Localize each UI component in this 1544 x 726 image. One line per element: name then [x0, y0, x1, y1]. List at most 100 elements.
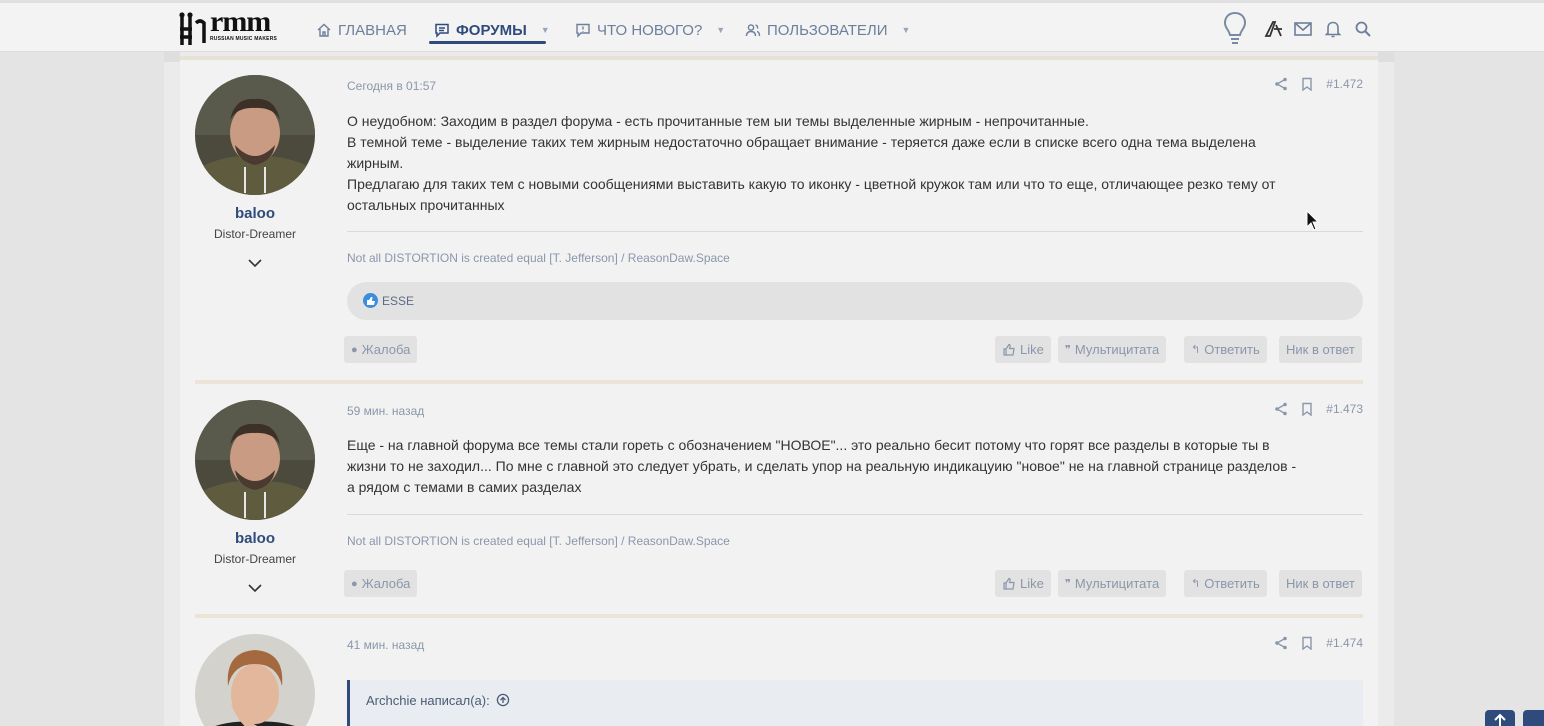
- idea-icon[interactable]: [1222, 11, 1248, 47]
- post-1472: baloo Distor-Dreamer Сегодня в 01:57 #1.…: [195, 75, 1363, 380]
- post-body: Еще - на главной форума все темы стали г…: [347, 435, 1363, 498]
- nav-users-label: ПОЛЬЗОВАТЕЛИ: [767, 21, 888, 39]
- share-icon[interactable]: [1274, 77, 1288, 91]
- reply-button[interactable]: ↰ Ответить: [1184, 570, 1267, 597]
- signature[interactable]: Not all DISTORTION is created equal [T. …: [347, 534, 730, 548]
- quote-block: Archchie написал(а):: [347, 680, 1363, 726]
- quote-header[interactable]: Archchie написал(а):: [366, 693, 510, 708]
- quote-author: Archchie написал(а):: [366, 693, 490, 708]
- reply-button[interactable]: ↰ Ответить: [1184, 336, 1267, 363]
- signature-separator: [347, 514, 1363, 515]
- post-1473: baloo Distor-Dreamer 59 мин. назад #1.47…: [195, 400, 1363, 614]
- report-icon: ●: [351, 343, 358, 356]
- post-divider: [195, 380, 1363, 384]
- nick-reply-label: Ник в ответ: [1286, 576, 1355, 591]
- post-date[interactable]: 41 мин. назад: [347, 638, 424, 652]
- avatar-photo: [195, 75, 315, 195]
- multiquote-button[interactable]: ❞ Мультицитата: [1058, 336, 1167, 363]
- avatar-photo: [195, 400, 315, 520]
- like-label: Like: [1020, 342, 1044, 357]
- like-icon: [1003, 343, 1015, 356]
- multiquote-button[interactable]: ❞ Мультицитата: [1058, 570, 1167, 597]
- like-icon: [1003, 577, 1015, 590]
- bookmark-icon[interactable]: [1300, 77, 1314, 91]
- post-line: жирным.: [347, 155, 404, 171]
- chevron-down-icon[interactable]: [247, 582, 263, 594]
- active-tab-indicator: [429, 41, 546, 44]
- reply-icon: ↰: [1191, 578, 1201, 590]
- avatar-photo: [195, 634, 315, 726]
- scroll-bottom-button[interactable]: [1523, 710, 1544, 726]
- reply-icon: ↰: [1191, 344, 1201, 356]
- avatar[interactable]: [195, 75, 315, 195]
- post-header-actions: #1.473: [1274, 402, 1363, 416]
- nav-whats-new[interactable]: ЧТО НОВОГО? ▼: [575, 17, 725, 43]
- post-date[interactable]: 59 мин. назад: [347, 404, 424, 418]
- quote-icon: ❞: [1065, 344, 1071, 356]
- nav-forums[interactable]: ФОРУМЫ ▼: [434, 17, 550, 43]
- post-body: О неудобном: Заходим в раздел форума - е…: [347, 111, 1363, 216]
- post-header-actions: #1.474: [1274, 636, 1363, 650]
- signature[interactable]: Not all DISTORTION is created equal [T. …: [347, 251, 730, 265]
- post-line: Еще - на главной форума все темы стали г…: [347, 437, 1270, 453]
- post-divider: [195, 614, 1363, 618]
- post-line: жизни то не заходил... По мне с главной …: [347, 458, 1297, 474]
- post-date[interactable]: Сегодня в 01:57: [347, 79, 436, 93]
- report-button[interactable]: ● Жалоба: [344, 336, 418, 363]
- post-number[interactable]: #1.472: [1326, 77, 1363, 91]
- post-line: Предлагаю для таких тем с новыми сообщен…: [347, 176, 1276, 192]
- chevron-down-icon[interactable]: [247, 257, 263, 269]
- bookmark-icon[interactable]: [1300, 402, 1314, 416]
- reply-label: Ответить: [1204, 342, 1260, 357]
- signature-separator: [347, 231, 1363, 232]
- scroll-top-button[interactable]: [1485, 710, 1515, 726]
- nav-forums-label: ФОРУМЫ: [456, 21, 527, 39]
- thumbs-up-icon: [367, 297, 375, 305]
- home-icon: [317, 23, 331, 37]
- content-edge-right: [1378, 52, 1394, 62]
- nav-home[interactable]: ГЛАВНАЯ: [316, 17, 407, 43]
- mail-icon[interactable]: [1293, 19, 1313, 39]
- forum-icon: [435, 23, 449, 38]
- bookmark-icon[interactable]: [1300, 636, 1314, 650]
- reaction-user[interactable]: ESSE: [382, 294, 414, 308]
- post-1474: 41 мин. назад #1.474 Archchie написал(а)…: [195, 634, 1363, 726]
- nick-reply-button[interactable]: Ник в ответ: [1279, 570, 1362, 597]
- like-button[interactable]: Like: [995, 570, 1051, 597]
- post-number[interactable]: #1.474: [1326, 636, 1363, 650]
- post-header-actions: #1.472: [1274, 77, 1363, 91]
- post-number[interactable]: #1.473: [1326, 402, 1363, 416]
- bell-icon[interactable]: [1323, 19, 1343, 39]
- report-button[interactable]: ● Жалоба: [344, 570, 418, 597]
- like-label: Like: [1020, 576, 1044, 591]
- like-button[interactable]: Like: [995, 336, 1051, 363]
- nav-whats-new-label: ЧТО НОВОГО?: [597, 21, 703, 39]
- chevron-down-icon[interactable]: ▼: [541, 25, 550, 35]
- site-logo[interactable]: [178, 11, 210, 55]
- avatar[interactable]: [195, 634, 315, 726]
- logo-text[interactable]: rmm: [210, 5, 271, 39]
- user-title: Distor-Dreamer: [213, 552, 296, 566]
- arrow-up-circle-icon[interactable]: [496, 693, 510, 707]
- post-line: а рядом с темами в самих разделах: [347, 479, 582, 495]
- top-navigation-bar: rmm RUSSIAN MUSIC MAKERS ГЛАВНАЯ ФОРУМЫ …: [0, 0, 1544, 52]
- avatar[interactable]: [195, 400, 315, 520]
- post-line: О неудобном: Заходим в раздел форума - е…: [347, 113, 1089, 129]
- chevron-down-icon[interactable]: ▼: [716, 25, 725, 35]
- user-title: Distor-Dreamer: [213, 227, 296, 241]
- brand-icon[interactable]: [1264, 19, 1284, 39]
- share-icon[interactable]: [1274, 402, 1288, 416]
- multiquote-label: Мультицитата: [1074, 576, 1160, 591]
- quote-icon: ❞: [1065, 578, 1071, 590]
- nav-home-label: ГЛАВНАЯ: [338, 21, 407, 39]
- reactions-bar[interactable]: ESSE: [347, 282, 1363, 320]
- share-icon[interactable]: [1274, 636, 1288, 650]
- nick-reply-button[interactable]: Ник в ответ: [1279, 336, 1362, 363]
- post-line: В темной теме - выделение таких тем жирн…: [347, 134, 1256, 150]
- search-icon[interactable]: [1353, 19, 1373, 39]
- mouse-cursor-icon: [1306, 210, 1320, 231]
- username[interactable]: baloo: [195, 205, 315, 222]
- username[interactable]: baloo: [195, 530, 315, 547]
- nav-users[interactable]: ПОЛЬЗОВАТЕЛИ ▼: [745, 17, 910, 43]
- chevron-down-icon[interactable]: ▼: [902, 25, 911, 35]
